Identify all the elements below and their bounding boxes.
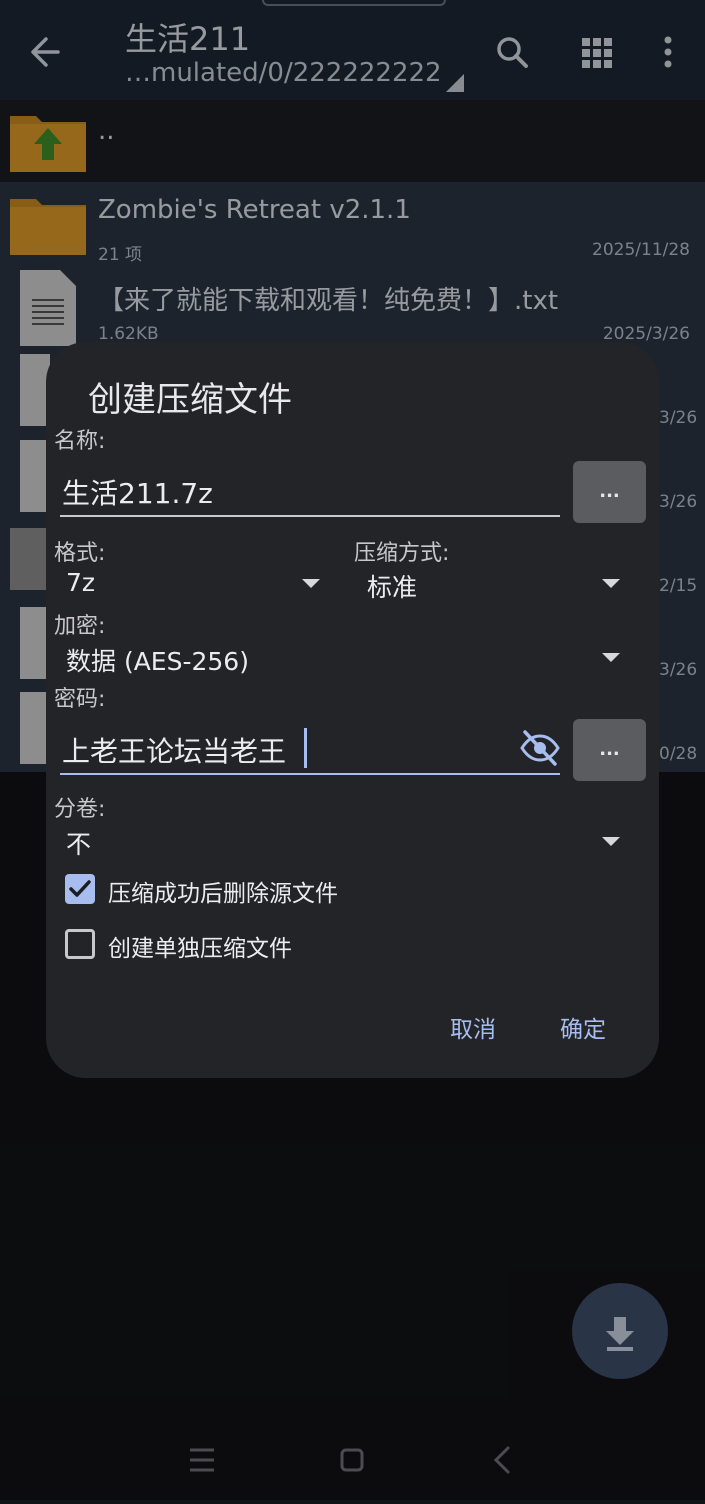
separate-archives-checkbox[interactable] [65, 929, 95, 959]
browse-name-button[interactable]: ... [573, 461, 646, 523]
ok-button[interactable]: 确定 [560, 1010, 606, 1044]
chevron-down-icon[interactable] [602, 579, 620, 588]
password-input[interactable]: 上老王论坛当老王 [62, 730, 286, 770]
checkmark-icon [69, 880, 91, 897]
archive-name-input[interactable]: 生活211.7z [62, 472, 213, 512]
encryption-label: 加密: [54, 614, 106, 639]
name-label: 名称: [54, 429, 106, 454]
chevron-down-icon[interactable] [602, 837, 620, 846]
cancel-button[interactable]: 取消 [450, 1010, 496, 1044]
password-input-underline [60, 773, 560, 775]
encryption-select[interactable]: 数据 (AES-256) [66, 642, 249, 678]
chevron-down-icon[interactable] [602, 653, 620, 662]
password-options-button[interactable]: ... [573, 719, 646, 781]
delete-source-checkbox[interactable] [65, 874, 95, 904]
dialog-title: 创建压缩文件 [88, 380, 292, 420]
text-cursor [304, 728, 307, 768]
format-label: 格式: [54, 541, 106, 566]
visibility-off-icon[interactable] [519, 728, 561, 768]
chevron-down-icon[interactable] [302, 579, 320, 588]
format-select[interactable]: 7z [66, 568, 95, 597]
method-label: 压缩方式: [354, 541, 450, 566]
name-input-underline [60, 515, 560, 517]
create-archive-dialog [46, 342, 659, 1078]
split-label: 分卷: [54, 797, 106, 822]
split-select[interactable]: 不 [66, 825, 91, 861]
password-label: 密码: [54, 687, 106, 712]
method-select[interactable]: 标准 [367, 568, 417, 604]
separate-archives-label[interactable]: 创建单独压缩文件 [108, 929, 292, 963]
delete-source-label[interactable]: 压缩成功后删除源文件 [108, 874, 338, 908]
